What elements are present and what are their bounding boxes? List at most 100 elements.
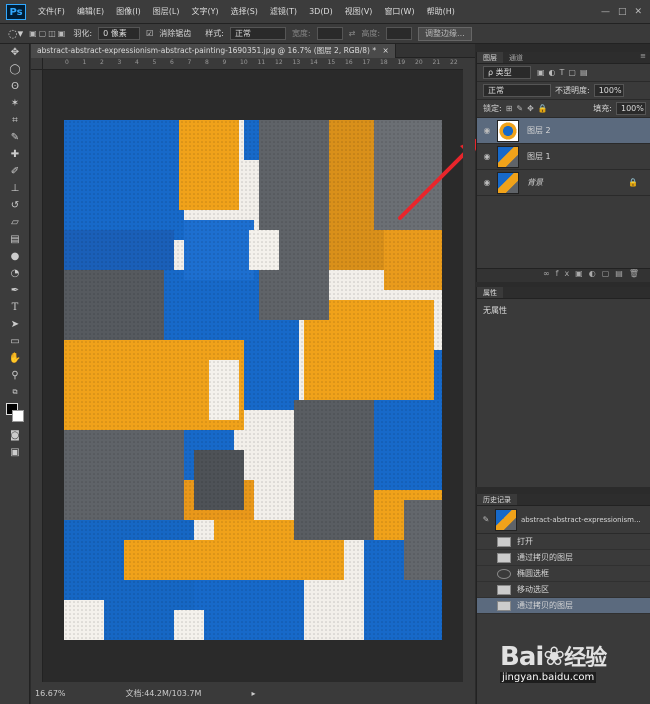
- history-item[interactable]: 打开: [477, 534, 650, 550]
- swap-icon[interactable]: ⇄: [349, 29, 356, 38]
- history-item[interactable]: 移动选区: [477, 582, 650, 598]
- layer-row-background[interactable]: ◉ 背景 🔒: [477, 170, 650, 196]
- crop-tool-icon[interactable]: ⌗: [0, 112, 30, 129]
- pen-tool-icon[interactable]: ✒: [0, 282, 30, 299]
- ruler-tick-label: 13: [292, 59, 301, 66]
- status-menu-arrow-icon[interactable]: ▸: [251, 689, 255, 698]
- layer-row-layer2[interactable]: ◉ 图层 2: [477, 118, 650, 144]
- eraser-icon[interactable]: ▱: [0, 214, 30, 231]
- stamp-tool-icon[interactable]: ⊥: [0, 180, 30, 197]
- tab-channels[interactable]: 通道: [503, 52, 529, 63]
- healing-brush-icon[interactable]: ✚: [0, 146, 30, 163]
- feather-input[interactable]: 0 像素: [98, 27, 141, 40]
- document-size: 文档:44.2M/103.7M: [125, 688, 202, 698]
- type-tool-icon[interactable]: T: [0, 299, 30, 316]
- color-swatches[interactable]: [0, 401, 30, 427]
- refine-edge-button[interactable]: 调整边缘...: [418, 26, 472, 41]
- selection-mode-icons[interactable]: ▣▢◫▣: [29, 29, 67, 38]
- menu-type[interactable]: 文字(Y): [185, 6, 224, 17]
- antialias-checkbox[interactable]: ☑: [146, 29, 153, 38]
- zoom-level[interactable]: 16.67%: [35, 689, 66, 698]
- snapshot-thumbnail: [495, 508, 517, 531]
- marquee-tool-icon[interactable]: ◯: [0, 61, 30, 78]
- dodge-tool-icon[interactable]: ◔: [0, 265, 30, 282]
- layer-row-layer1[interactable]: ◉ 图层 1: [477, 144, 650, 170]
- menu-edit[interactable]: 编辑(E): [71, 6, 110, 17]
- style-select[interactable]: 正常: [229, 27, 286, 40]
- visibility-eye-icon[interactable]: ◉: [477, 178, 497, 187]
- history-brush-source-icon[interactable]: ✎: [477, 515, 495, 524]
- panel-menu-icon[interactable]: ≡: [640, 52, 650, 63]
- visibility-eye-icon[interactable]: ◉: [477, 126, 497, 135]
- history-brush-icon[interactable]: ↺: [0, 197, 30, 214]
- hand-tool-icon[interactable]: ✋: [0, 350, 30, 367]
- minimize-button[interactable]: —: [601, 7, 610, 17]
- vertical-ruler: [31, 70, 43, 682]
- blend-mode-select[interactable]: 正常: [483, 84, 551, 97]
- blur-tool-icon[interactable]: ●: [0, 248, 30, 265]
- horizontal-ruler: 0 1 2 3 4 5 6 7 8 9 10 11 12 13 14 15 16 17 18 19 20 21 22: [43, 58, 463, 70]
- menu-file[interactable]: 文件(F): [32, 6, 71, 17]
- menu-3d[interactable]: 3D(D): [303, 7, 339, 16]
- menu-help[interactable]: 帮助(H): [421, 6, 461, 17]
- maximize-button[interactable]: □: [618, 7, 627, 17]
- ruler-tick-label: 5: [152, 59, 157, 66]
- gradient-tool-icon[interactable]: ▤: [0, 231, 30, 248]
- eyedropper-icon[interactable]: ✎: [0, 129, 30, 146]
- history-step-icon: [497, 568, 511, 579]
- quick-mask-icon[interactable]: ◙: [0, 427, 30, 444]
- ruler-tick-label: 0: [65, 59, 69, 66]
- ruler-origin[interactable]: [31, 58, 43, 70]
- history-item[interactable]: 椭圆选框: [477, 566, 650, 582]
- layer-name[interactable]: 图层 1: [527, 151, 551, 162]
- ruler-tick-label: 9: [222, 59, 227, 66]
- menu-image[interactable]: 图像(I): [110, 6, 147, 17]
- ruler-tick-label: 21: [432, 59, 441, 66]
- width-label: 宽度:: [291, 29, 311, 38]
- background-color[interactable]: [12, 410, 24, 422]
- ruler-tick-label: 11: [257, 59, 266, 66]
- visibility-eye-icon[interactable]: ◉: [477, 152, 497, 161]
- menu-window[interactable]: 窗口(W): [378, 6, 420, 17]
- tab-history[interactable]: 历史记录: [477, 494, 517, 505]
- default-colors-icon[interactable]: ⧉: [0, 384, 30, 401]
- opacity-input[interactable]: 100%: [593, 84, 624, 97]
- elliptical-marquee-icon[interactable]: ◌▾: [8, 27, 23, 40]
- layers-panel: 图层 通道 ≡ ρ 类型 ▣◐T▢▤ 正常 不透明度: 100% 锁定: ⊞✎✥…: [476, 52, 650, 282]
- menu-filter[interactable]: 滤镜(T): [264, 6, 303, 17]
- tab-layers[interactable]: 图层: [477, 52, 503, 63]
- history-item-label: 打开: [517, 537, 533, 546]
- layer-actions-icons[interactable]: ∞fx▣◐▢▤🗑: [543, 269, 645, 278]
- history-panel: 历史记录 ✎ abstract-abstract-expressionism..…: [476, 494, 650, 614]
- filter-icons[interactable]: ▣◐T▢▤: [537, 68, 592, 77]
- width-input[interactable]: [316, 27, 343, 40]
- menu-select[interactable]: 选择(S): [225, 6, 264, 17]
- height-input[interactable]: [386, 27, 413, 40]
- screen-mode-icon[interactable]: ▣: [0, 444, 30, 461]
- layer-name[interactable]: 背景: [527, 177, 543, 188]
- menu-layer[interactable]: 图层(L): [147, 6, 186, 17]
- close-button[interactable]: ✕: [634, 7, 642, 17]
- rectangle-tool-icon[interactable]: ▭: [0, 333, 30, 350]
- background-thumbnail: [497, 171, 519, 194]
- ruler-tick-label: 14: [310, 59, 318, 66]
- document-tab[interactable]: abstract-abstract-expressionism-abstract…: [31, 44, 396, 58]
- layer-name[interactable]: 图层 2: [527, 125, 551, 136]
- lock-icons[interactable]: ⊞✎✥🔒: [506, 104, 552, 113]
- abstract-painting-image[interactable]: [64, 120, 442, 640]
- move-tool-icon[interactable]: ✥: [0, 44, 30, 61]
- path-selection-icon[interactable]: ➤: [0, 316, 30, 333]
- lasso-tool-icon[interactable]: ʘ: [0, 78, 30, 95]
- menu-view[interactable]: 视图(V): [339, 6, 379, 17]
- zoom-tool-icon[interactable]: ⚲: [0, 367, 30, 384]
- history-snapshot[interactable]: ✎ abstract-abstract-expressionism...: [477, 506, 650, 534]
- layer-filter-select[interactable]: ρ 类型: [483, 66, 531, 79]
- tab-properties[interactable]: 属性: [477, 287, 503, 298]
- document-tab-close-icon[interactable]: ×: [383, 46, 389, 55]
- brush-tool-icon[interactable]: ✐: [0, 163, 30, 180]
- history-item[interactable]: 通过拷贝的图层: [477, 550, 650, 566]
- fill-input[interactable]: 100%: [616, 102, 646, 115]
- vertical-scrollbar[interactable]: [463, 58, 475, 682]
- magic-wand-icon[interactable]: ✶: [0, 95, 30, 112]
- history-item-selected[interactable]: 通过拷贝的图层: [477, 598, 650, 614]
